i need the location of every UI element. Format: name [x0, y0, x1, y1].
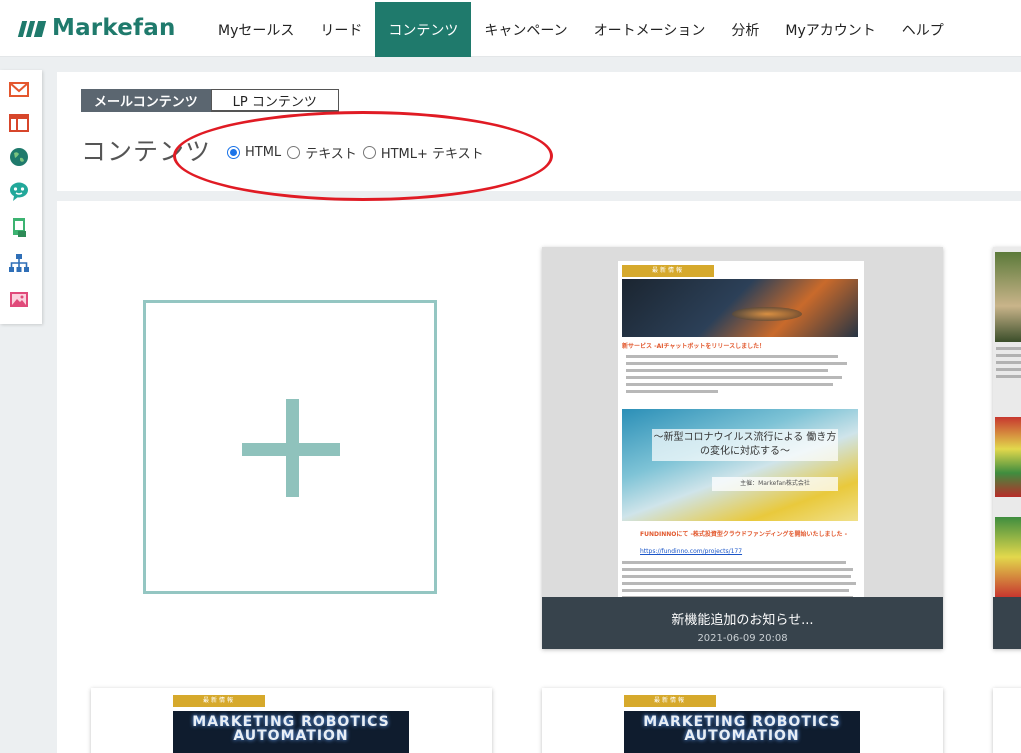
preview-body-text-2: [622, 561, 858, 597]
preview-banner: ～新型コロナウイルス流行による 働き方の変化に対応する～ 主催：Markefan…: [622, 409, 858, 521]
radio-text-label: テキスト: [305, 147, 357, 162]
radio-html-dot[interactable]: [227, 146, 240, 159]
content-card-bottom-2[interactable]: 最新情報 MARKETING ROBOTICS AUTOMATION: [542, 688, 943, 753]
nav-item-automation[interactable]: オートメーション: [581, 2, 719, 57]
card-caption: 新機能追加のお知らせ... 2021-06-09 20:08: [542, 597, 943, 649]
preview-badge: 最新情報: [622, 265, 714, 277]
preview-badge: 最新情報: [173, 695, 265, 707]
preview-hero-text: MARKETING ROBOTICS AUTOMATION: [173, 711, 409, 753]
nav-item-my-sales[interactable]: Myセールス: [205, 2, 307, 57]
content-card-partial-right[interactable]: [993, 247, 1021, 649]
sitemap-icon[interactable]: [8, 252, 30, 274]
card-date: 2021-06-09 20:08: [697, 633, 788, 644]
radio-html[interactable]: HTML: [227, 145, 281, 160]
nav-item-leads[interactable]: リード: [307, 2, 375, 57]
brand-name: Markefan: [52, 15, 176, 41]
preview-hero-text: MARKETING ROBOTICS AUTOMATION: [624, 711, 860, 753]
radio-html-text[interactable]: HTML+ テキスト: [362, 143, 484, 162]
globe-icon[interactable]: [8, 146, 30, 168]
preview-banner-text: ～新型コロナウイルス流行による 働き方の変化に対応する～: [652, 429, 838, 461]
radio-html-text-dot[interactable]: [362, 146, 376, 159]
tab-lp-content[interactable]: LP コンテンツ: [210, 89, 339, 112]
content-tabs: メールコンテンツ LP コンテンツ: [81, 89, 339, 112]
preview-headline-2: FUNDINNOにて -株式投資型クラウドファンディングを開始いたしました -: [640, 531, 848, 538]
email-preview-thumbnail: 最新情報 MARKETING ROBOTICS AUTOMATION: [624, 695, 860, 753]
thumbnail-image-2: [995, 417, 1021, 497]
email-preview-thumbnail: 最新情報 MARKETING ROBOTICS AUTOMATION: [173, 695, 409, 753]
content-header-panel: メールコンテンツ LP コンテンツ コンテンツ HTML テキスト HTML+ …: [57, 72, 1021, 191]
add-content-button[interactable]: [143, 300, 437, 594]
format-radio-group: HTML テキスト HTML+ テキスト: [227, 143, 490, 162]
thumbnail-image: [995, 252, 1021, 342]
preview-body-text: [626, 355, 856, 397]
preview-link: https://fundinno.com/projects/177: [640, 548, 743, 555]
thumbnail-image-3: [995, 517, 1021, 597]
nav-item-my-account[interactable]: Myアカウント: [772, 2, 888, 57]
image-icon[interactable]: [8, 288, 30, 310]
logo-mark-icon: [17, 17, 48, 39]
main-nav: Myセールス リード コンテンツ キャンペーン オートメーション 分析 Myアカ…: [205, 2, 957, 57]
nav-item-contents[interactable]: コンテンツ: [375, 2, 472, 57]
content-card-bottom-3[interactable]: [993, 688, 1021, 753]
document-icon[interactable]: [8, 216, 30, 238]
content-card-featured[interactable]: 最新情報 新サービス -AIチャットボットをリリースしました！ ～新型コロナウイ…: [542, 247, 943, 649]
preview-headline: 新サービス -AIチャットボットをリリースしました！: [622, 343, 766, 350]
content-type-sidebar: [0, 70, 42, 324]
markefan-logo[interactable]: Markefan: [17, 12, 176, 44]
page-title: コンテンツ: [81, 137, 212, 166]
nav-item-help[interactable]: ヘルプ: [889, 2, 957, 57]
card-caption: [993, 597, 1021, 649]
content-card-bottom-1[interactable]: 最新情報 MARKETING ROBOTICS AUTOMATION: [91, 688, 492, 753]
preview-badge: 最新情報: [624, 695, 716, 707]
tab-mail-content[interactable]: メールコンテンツ: [81, 89, 211, 112]
radio-text-dot[interactable]: [287, 146, 301, 159]
chat-bot-icon[interactable]: [8, 180, 30, 202]
nav-item-analytics[interactable]: 分析: [718, 2, 772, 57]
layout-icon[interactable]: [8, 112, 30, 134]
radio-text[interactable]: テキスト: [287, 143, 357, 162]
preview-banner-sub: 主催：Markefan株式会社: [712, 477, 838, 491]
radio-html-label: HTML: [245, 145, 282, 160]
top-navbar: Markefan Myセールス リード コンテンツ キャンペーン オートメーショ…: [0, 0, 1021, 57]
radio-html-text-label: HTML+ テキスト: [380, 147, 484, 162]
email-preview-thumbnail: 最新情報 新サービス -AIチャットボットをリリースしました！ ～新型コロナウイ…: [618, 261, 864, 597]
nav-item-campaign[interactable]: キャンペーン: [471, 2, 580, 57]
thumbnail-text: [996, 347, 1021, 382]
mail-icon[interactable]: [8, 78, 30, 100]
card-title: 新機能追加のお知らせ...: [671, 613, 814, 628]
preview-hero-image: [622, 279, 858, 337]
